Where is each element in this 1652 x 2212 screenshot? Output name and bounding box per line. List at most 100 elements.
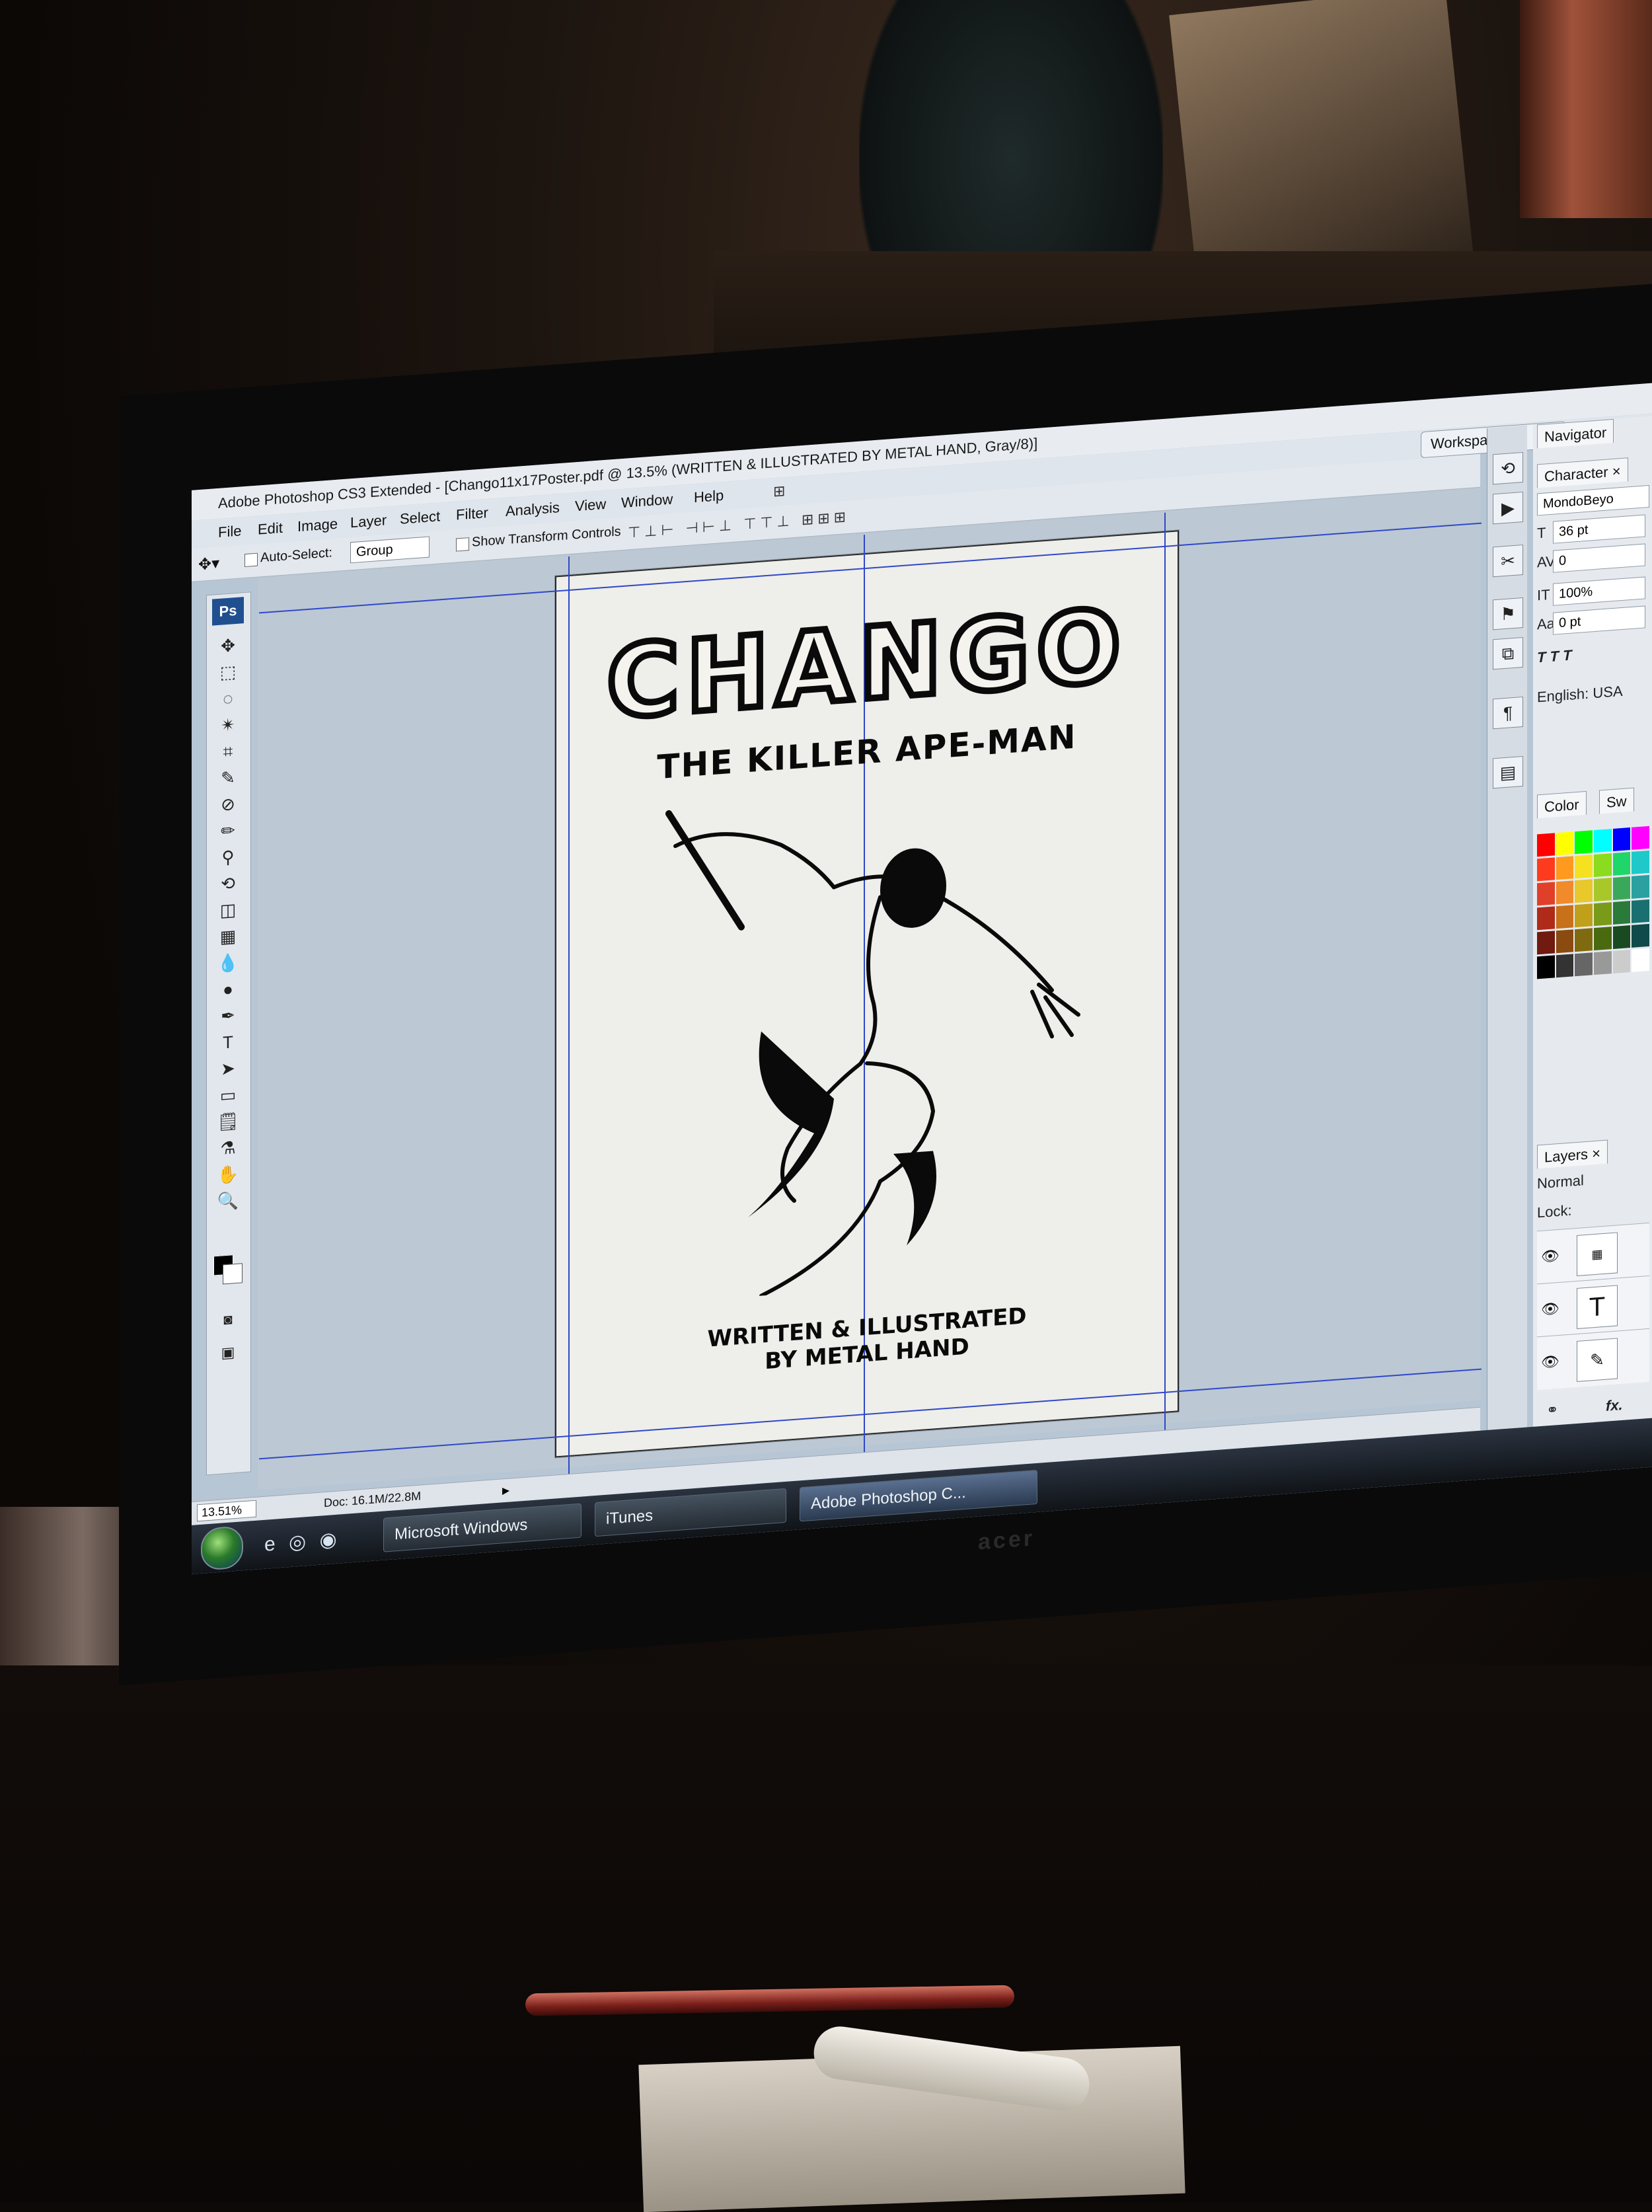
background-color-swatch[interactable] (223, 1263, 243, 1285)
color-swatch[interactable] (1537, 857, 1555, 882)
clone-source-icon[interactable]: ⧉ (1493, 636, 1523, 670)
type-style-buttons[interactable]: T T T (1537, 647, 1572, 667)
eye-icon[interactable]: 👁 (1541, 1247, 1559, 1266)
menu-image[interactable]: Image (297, 515, 338, 535)
actions-panel-icon[interactable]: ▶ (1493, 491, 1523, 525)
menu-select[interactable]: Select (400, 508, 440, 527)
menu-edit[interactable]: Edit (258, 519, 283, 539)
color-swatch[interactable] (1575, 928, 1593, 952)
color-swatch[interactable] (1556, 954, 1574, 978)
layer-row[interactable]: 👁 ✎ (1537, 1328, 1649, 1391)
color-swatch[interactable] (1612, 950, 1631, 973)
document-canvas[interactable]: CHANGO THE KILLER APE-MAN WRITTEN & ILLU… (259, 512, 1482, 1476)
dodge-tool-icon[interactable]: ● (216, 977, 240, 1003)
layer-row-type[interactable]: 👁 T (1537, 1275, 1649, 1338)
color-swatch[interactable] (1612, 925, 1631, 949)
history-panel-icon[interactable]: ⟲ (1493, 451, 1523, 485)
notes-panel-icon[interactable]: ▤ (1493, 755, 1523, 789)
tab-swatches[interactable]: Sw (1599, 787, 1634, 814)
link-layers-icon[interactable]: ⚭ (1546, 1401, 1558, 1419)
lasso-tool-icon[interactable]: ◌ (216, 686, 240, 712)
font-size-field[interactable]: 36 pt (1553, 514, 1645, 544)
gradient-tool-icon[interactable]: ▦ (216, 924, 240, 950)
color-swatch[interactable] (1593, 829, 1612, 853)
tool-presets-icon[interactable]: ✂ (1493, 544, 1523, 578)
color-swatch[interactable] (1612, 852, 1631, 876)
path-selection-tool-icon[interactable]: ➤ (216, 1056, 240, 1082)
history-brush-tool-icon[interactable]: ⟲ (216, 871, 240, 897)
canvas-area[interactable]: CHANGO THE KILLER APE-MAN WRITTEN & ILLU… (258, 488, 1482, 1490)
doc-size-info[interactable]: Doc: 16.1M/22.8M (324, 1489, 421, 1510)
menu-analysis[interactable]: Analysis (506, 499, 560, 520)
color-swatch[interactable] (1612, 901, 1631, 925)
tab-navigator[interactable]: Navigator (1537, 418, 1614, 449)
arrange-documents-icon[interactable]: ⊞ (773, 482, 785, 500)
menu-file[interactable]: File (218, 522, 241, 541)
eyedropper-tool-icon[interactable]: ⚗ (216, 1135, 240, 1161)
eraser-tool-icon[interactable]: ◫ (216, 897, 240, 923)
color-swatch[interactable] (1632, 825, 1649, 850)
magic-wand-tool-icon[interactable]: ✴ (216, 712, 240, 738)
taskbar-photoshop[interactable]: Adobe Photoshop C... (800, 1469, 1037, 1522)
color-swatch[interactable] (1537, 955, 1555, 979)
show-transform-checkbox[interactable] (456, 537, 469, 552)
tab-color[interactable]: Color (1537, 790, 1587, 819)
tab-layers[interactable]: Layers × (1537, 1139, 1608, 1169)
marquee-tool-icon[interactable]: ⬚ (216, 660, 240, 685)
layer-style-button[interactable]: fx. (1606, 1396, 1623, 1415)
start-button[interactable] (201, 1525, 243, 1571)
taskbar-itunes[interactable]: iTunes (595, 1488, 786, 1537)
color-swatch[interactable] (1575, 903, 1593, 928)
color-swatch[interactable] (1632, 874, 1649, 899)
color-swatch[interactable] (1612, 827, 1631, 851)
color-swatch[interactable] (1593, 878, 1612, 902)
quick-mask-icon[interactable]: ◙ (216, 1307, 240, 1333)
color-swatch[interactable] (1632, 850, 1649, 874)
color-swatch[interactable] (1537, 833, 1555, 857)
color-swatch[interactable] (1632, 923, 1649, 948)
font-family-field[interactable]: MondoBeyo (1537, 484, 1649, 516)
color-swatch[interactable] (1537, 882, 1555, 906)
color-swatch[interactable] (1575, 855, 1593, 879)
blend-mode-dropdown[interactable]: Normal (1537, 1172, 1584, 1192)
type-tool-icon[interactable]: T (216, 1030, 240, 1055)
hand-tool-icon[interactable]: ✋ (216, 1162, 240, 1188)
vertical-scale-field[interactable]: 100% (1553, 576, 1645, 606)
language-dropdown[interactable]: English: USA (1537, 683, 1623, 706)
brush-tool-icon[interactable]: ✏ (216, 818, 240, 844)
baseline-shift-field[interactable]: 0 pt (1553, 605, 1645, 635)
auto-select-dropdown[interactable]: Group (350, 536, 430, 564)
menu-filter[interactable]: Filter (456, 504, 488, 524)
color-swatch[interactable] (1612, 876, 1631, 900)
color-swatch[interactable] (1632, 948, 1649, 972)
menu-help[interactable]: Help (694, 487, 724, 506)
crop-tool-icon[interactable]: ⌗ (216, 739, 240, 765)
slice-tool-icon[interactable]: ✎ (216, 765, 240, 791)
paragraph-panel-icon[interactable]: ¶ (1493, 696, 1523, 730)
color-swatch[interactable] (1575, 830, 1593, 855)
color-swatch[interactable] (1556, 831, 1574, 856)
color-swatch[interactable] (1575, 952, 1593, 977)
healing-brush-tool-icon[interactable]: ⊘ (216, 792, 240, 818)
color-swatch[interactable] (1556, 929, 1574, 954)
notes-tool-icon[interactable]: 🗒 (216, 1109, 240, 1135)
move-tool-preset-icon[interactable]: ✥▾ (198, 554, 219, 574)
menu-view[interactable]: View (575, 496, 606, 515)
color-swatch[interactable] (1593, 927, 1612, 951)
color-swatch[interactable] (1593, 853, 1612, 878)
menu-layer[interactable]: Layer (350, 512, 387, 531)
color-swatch[interactable] (1537, 906, 1555, 931)
move-tool-icon[interactable]: ✥ (216, 633, 240, 659)
pen-tool-icon[interactable]: ✒ (216, 1003, 240, 1029)
menu-window[interactable]: Window (621, 490, 673, 512)
brushes-panel-icon[interactable]: ⚑ (1493, 597, 1523, 630)
eye-icon[interactable]: 👁 (1541, 1353, 1559, 1371)
taskbar-microsoft-windows[interactable]: Microsoft Windows (383, 1503, 582, 1552)
zoom-tool-icon[interactable]: 🔍 (216, 1188, 240, 1214)
color-swatch[interactable] (1593, 951, 1612, 975)
auto-select-checkbox[interactable] (244, 553, 258, 568)
blur-tool-icon[interactable]: 💧 (216, 950, 240, 976)
color-swatch[interactable] (1556, 880, 1574, 905)
quick-launch-icons[interactable]: e ◎ ◉ (264, 1527, 341, 1556)
layer-row[interactable]: 👁 ▦ (1537, 1222, 1649, 1285)
